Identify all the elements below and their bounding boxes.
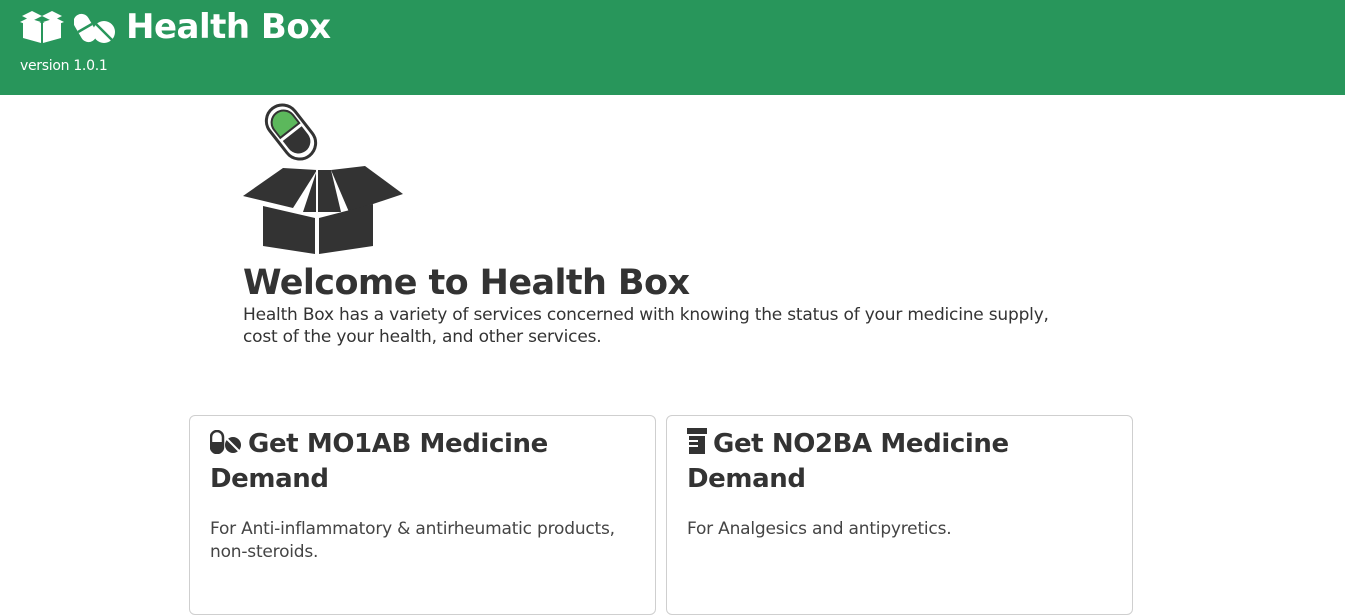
card-title: Get NO2BA Medicine Demand — [687, 428, 1009, 494]
welcome-description: Health Box has a variety of services con… — [243, 305, 1049, 347]
welcome-section: Welcome to Health Box Health Box has a v… — [243, 100, 1063, 348]
pill-in-box-logo — [243, 100, 1063, 256]
service-card-no2ba[interactable]: Get NO2BA Medicine Demand For Analgesics… — [666, 415, 1133, 615]
prescription-bottle-icon — [687, 428, 707, 463]
box-open-icon — [20, 10, 64, 44]
card-description: For Anti-inflammatory & antirheumatic pr… — [210, 519, 615, 562]
welcome-title: Welcome to Health Box — [243, 263, 690, 303]
card-title: Get MO1AB Medicine Demand — [209, 429, 548, 494]
card-description: For Analgesics and antipyretics. — [687, 519, 952, 539]
pills-icon — [209, 429, 242, 463]
version-label: version 1.0.1 — [20, 58, 108, 74]
pills-icon — [74, 10, 116, 44]
top-navbar: Health Box version 1.0.1 — [0, 0, 1345, 95]
service-card-mo1ab[interactable]: Get MO1AB Medicine Demand For Anti-infla… — [189, 415, 656, 615]
brand-link[interactable]: Health Box — [20, 5, 331, 49]
app-title: Health Box — [126, 7, 331, 47]
